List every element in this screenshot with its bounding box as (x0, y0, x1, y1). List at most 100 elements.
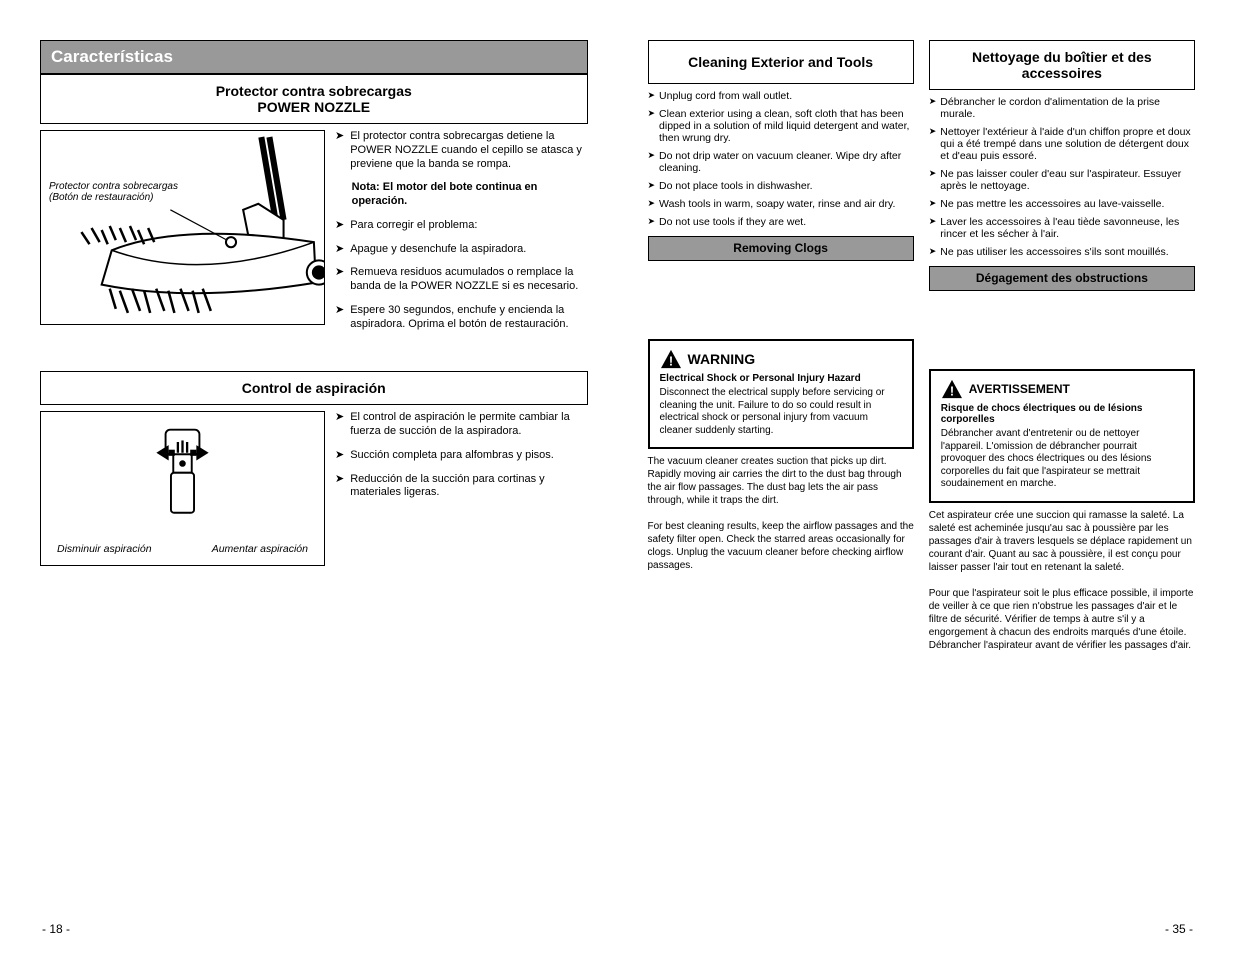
suction-title: Control de aspiración (40, 371, 588, 405)
overload-title-line2: POWER NOZZLE (257, 99, 370, 115)
bullet-arrow-icon: ➤ (929, 198, 937, 210)
suction-bullets: ➤El control de aspiración le permite cam… (335, 411, 588, 510)
bullet-item: ➤ Apague y desenchufe la aspiradora. (335, 243, 588, 257)
french-subcolumn: Nettoyage du boîtier et des accessoires … (929, 40, 1195, 652)
bullet-text: Succión completa para alfombras y pisos. (350, 449, 554, 463)
overload-bullets: ➤El protector contra sobrecargas detiene… (335, 130, 588, 341)
powernozzle-illustration: Protector contra sobrecargas (Botón de r… (40, 130, 325, 325)
warning-word: WARNING (688, 351, 756, 367)
suction-section: Control de aspiración (40, 371, 588, 566)
bullet-arrow-icon: ➤ (648, 90, 656, 102)
bullet-arrow-icon: ➤ (648, 108, 656, 144)
bullet-arrow-icon: ➤ (648, 198, 656, 210)
suction-content: Disminuir aspiración Aumentar aspiración… (40, 411, 588, 566)
left-column: Características Protector contra sobreca… (40, 40, 588, 652)
bullet-arrow-icon: ➤ (335, 243, 344, 257)
bullet-arrow-icon: ➤ (335, 130, 344, 171)
bullet-item: ➤Ne pas laisser couler d'eau sur l'aspir… (929, 168, 1195, 192)
bullet-item: ➤Remueva residuos acumulados o remplace … (335, 266, 588, 294)
warning-subtitle: Risque de chocs électriques ou de lésion… (941, 403, 1183, 425)
bullet-item: ➤Ne pas mettre les accessoires au lave-v… (929, 198, 1195, 210)
suction-labels: Disminuir aspiración Aumentar aspiración (51, 543, 314, 555)
bullet-item: ➤Espere 30 segundos, enchufe y encienda … (335, 304, 588, 332)
handle-svg (51, 422, 314, 522)
bullet-text: El control de aspiración le permite camb… (350, 411, 587, 439)
warning-text: Débrancher avant d'entretenir ou de nett… (941, 428, 1183, 491)
fr-note: Cet aspirateur crée une succion qui rama… (929, 509, 1195, 652)
fr-bullets: ➤Débrancher le cordon d'alimentation de … (929, 96, 1195, 258)
fr-clogs-header: Dégagement des obstructions (929, 266, 1195, 291)
bullet-text: Espere 30 segundos, enchufe y encienda l… (350, 304, 587, 332)
bullet-text: Unplug cord from wall outlet. (659, 90, 792, 102)
warning-heading: ! AVERTISSEMENT (941, 379, 1183, 399)
bullet-text: Do not drip water on vacuum cleaner. Wip… (659, 150, 914, 174)
bullet-item: ➤ Para corregir el problema: (335, 219, 588, 233)
suction-illustration: Disminuir aspiración Aumentar aspiración (40, 411, 325, 566)
bullet-text: Ne pas utiliser les accessoires s'ils so… (940, 246, 1168, 258)
bullet-text: Clean exterior using a clean, soft cloth… (659, 108, 914, 144)
features-header: Características (40, 40, 588, 74)
warning-triangle-icon: ! (941, 379, 963, 399)
svg-text:!: ! (950, 384, 954, 399)
bullet-text: Wash tools in warm, soapy water, rinse a… (659, 198, 895, 210)
bullet-arrow-icon: ➤ (929, 96, 937, 120)
en-clogs-header: Removing Clogs (648, 236, 914, 261)
fr-clogs-text: Dégagement des obstructions (976, 271, 1148, 285)
bullet-item: ➤Wash tools in warm, soapy water, rinse … (648, 198, 914, 210)
bullet-item: ➤Do not use tools if they are wet. (648, 216, 914, 228)
bullet-text: Do not use tools if they are wet. (659, 216, 806, 228)
page-number-right: - 35 - (1165, 922, 1193, 936)
bullet-text: Ne pas mettre les accessoires au lave-va… (940, 198, 1164, 210)
bullet-text: El protector contra sobrecargas detiene … (350, 130, 587, 171)
bullet-text: Do not place tools in dishwasher. (659, 180, 813, 192)
svg-text:!: ! (668, 354, 672, 369)
en-note: The vacuum cleaner creates suction that … (648, 455, 914, 572)
bullet-item: ➤Do not place tools in dishwasher. (648, 180, 914, 192)
bullet-item: ➤Clean exterior using a clean, soft clot… (648, 108, 914, 144)
warning-text: Disconnect the electrical supply before … (660, 387, 902, 437)
bullet-text: Remueva residuos acumulados o remplace l… (350, 266, 587, 294)
bullet-item: ➤Ne pas utiliser les accessoires s'ils s… (929, 246, 1195, 258)
bullet-arrow-icon: ➤ (335, 304, 344, 332)
bullet-text: Débrancher le cordon d'alimentation de l… (940, 96, 1195, 120)
bullet-item: ➤El control de aspiración le permite cam… (335, 411, 588, 439)
right-column: Cleaning Exterior and Tools ➤Unplug cord… (648, 40, 1196, 652)
bullet-arrow-icon: ➤ (335, 449, 344, 463)
bullet-arrow-icon: ➤ (335, 266, 344, 294)
overload-title: Protector contra sobrecargas POWER NOZZL… (40, 74, 588, 124)
bullet-arrow-icon: ➤ (335, 219, 344, 233)
bullet-arrow-icon: ➤ (648, 150, 656, 174)
bullet-note: Nota: El motor del bote continua en oper… (352, 181, 588, 209)
bullet-spacer (335, 181, 346, 209)
bullet-text: Ne pas laisser couler d'eau sur l'aspira… (940, 168, 1195, 192)
decrease-label: Disminuir aspiración (57, 543, 152, 555)
english-subcolumn: Cleaning Exterior and Tools ➤Unplug cord… (648, 40, 914, 652)
bullet-text: Laver les accessoires à l'eau tiède savo… (940, 216, 1195, 240)
bullet-item: ➤Débrancher le cordon d'alimentation de … (929, 96, 1195, 120)
bullet-item: ➤ Succión completa para alfombras y pisos… (335, 449, 588, 463)
bullet-arrow-icon: ➤ (335, 411, 344, 439)
bullet-arrow-icon: ➤ (335, 473, 344, 501)
bullet-arrow-icon: ➤ (929, 168, 937, 192)
en-warning-box: ! WARNING Electrical Shock or Personal I… (648, 339, 914, 449)
bullet-text: Nettoyer l'extérieur à l'aide d'un chiff… (940, 126, 1195, 162)
warning-heading: ! WARNING (660, 349, 902, 369)
warning-subtitle: Electrical Shock or Personal Injury Haza… (660, 373, 902, 384)
bullet-item: ➤El protector contra sobrecargas detiene… (335, 130, 588, 171)
page-number-left: - 18 - (42, 922, 70, 936)
fr-warning-box: ! AVERTISSEMENT Risque de chocs électriq… (929, 369, 1195, 503)
vacuum-svg (41, 131, 324, 318)
bullet-text: Apague y desenchufe la aspiradora. (350, 243, 526, 257)
bullet-arrow-icon: ➤ (929, 126, 937, 162)
bullet-text: Para corregir el problema: (350, 219, 477, 233)
bullet-item: ➤Do not drip water on vacuum cleaner. Wi… (648, 150, 914, 174)
bullet-item: ➤Nettoyer l'extérieur à l'aide d'un chif… (929, 126, 1195, 162)
warning-triangle-icon: ! (660, 349, 682, 369)
overload-content: Protector contra sobrecargas (Botón de r… (40, 130, 588, 341)
bullet-text: Reducción de la succión para cortinas y … (350, 473, 587, 501)
bullet-item: ➤Unplug cord from wall outlet. (648, 90, 914, 102)
warning-word: AVERTISSEMENT (969, 382, 1070, 396)
en-clean-title: Cleaning Exterior and Tools (648, 40, 914, 84)
bullet-item: ➤Laver les accessoires à l'eau tiède sav… (929, 216, 1195, 240)
bullet-item: Nota: El motor del bote continua en oper… (335, 181, 588, 209)
